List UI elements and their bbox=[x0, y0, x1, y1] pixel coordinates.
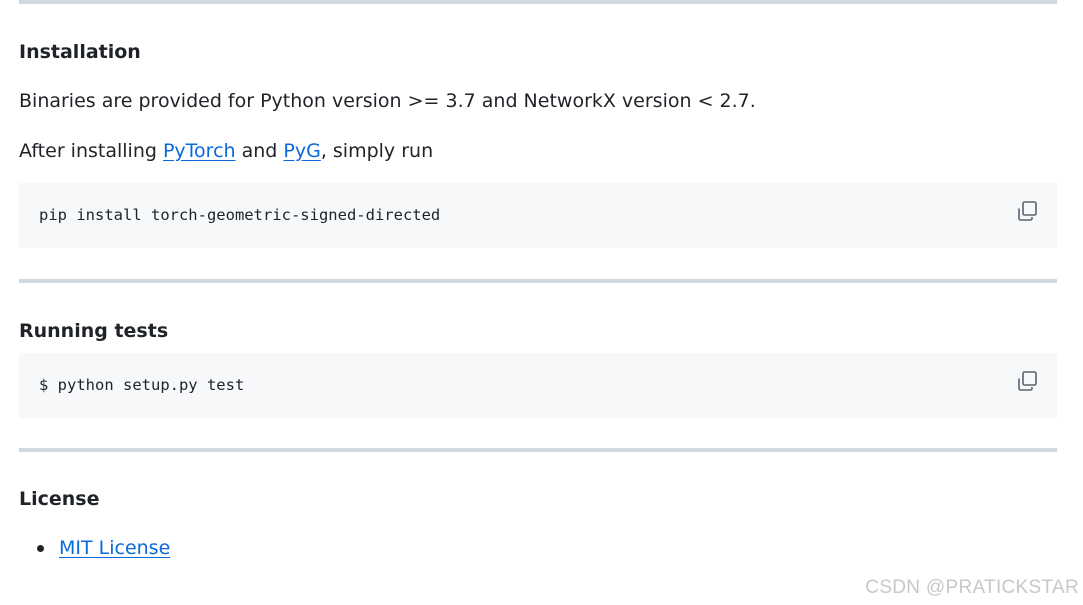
copy-test-button[interactable] bbox=[1015, 369, 1039, 393]
section-divider bbox=[19, 279, 1057, 283]
list-item: MIT License bbox=[19, 535, 1057, 561]
installation-heading: Installation bbox=[19, 41, 141, 63]
bullet-dot bbox=[37, 545, 44, 552]
running-tests-heading: Running tests bbox=[19, 320, 169, 342]
copy-install-button[interactable] bbox=[1015, 199, 1039, 223]
pytorch-link[interactable]: PyTorch bbox=[163, 140, 236, 162]
pyg-link[interactable]: PyG bbox=[283, 140, 320, 162]
copy-icon bbox=[1018, 371, 1037, 391]
install-code-block: pip install torch-geometric-signed-direc… bbox=[19, 183, 1057, 248]
license-heading: License bbox=[19, 488, 100, 510]
after-installing-prefix: After installing bbox=[19, 140, 163, 162]
copy-icon bbox=[1018, 201, 1037, 221]
readme-content: Installation Binaries are provided for P… bbox=[19, 0, 1057, 561]
and-text: and bbox=[235, 140, 284, 162]
install-command: pip install torch-geometric-signed-direc… bbox=[39, 206, 441, 224]
section-divider bbox=[19, 448, 1057, 452]
after-installing-suffix: , simply run bbox=[320, 140, 434, 162]
after-installing-paragraph: After installing PyTorch and PyG, simply… bbox=[19, 138, 1057, 164]
license-list: MIT License bbox=[19, 535, 1057, 561]
test-command: $ python setup.py test bbox=[39, 376, 245, 394]
test-code-block: $ python setup.py test bbox=[19, 353, 1057, 418]
csdn-watermark: CSDN @PRATICKSTAR bbox=[865, 577, 1079, 598]
section-divider bbox=[19, 0, 1057, 4]
binaries-paragraph: Binaries are provided for Python version… bbox=[19, 90, 756, 112]
mit-license-link[interactable]: MIT License bbox=[59, 537, 170, 559]
